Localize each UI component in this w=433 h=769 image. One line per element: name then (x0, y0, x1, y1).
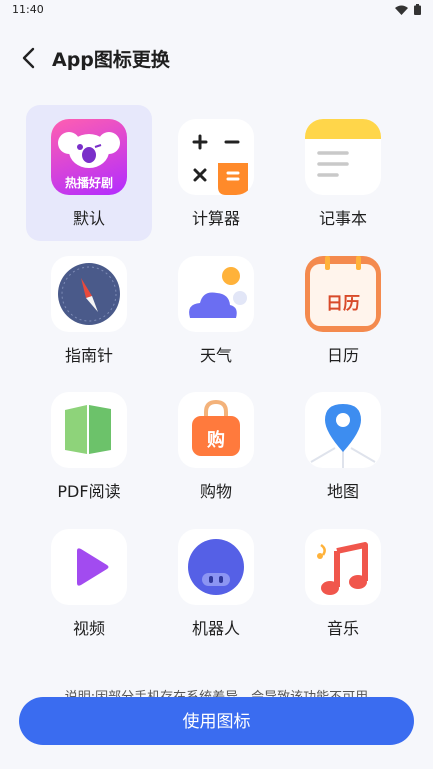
calculator-icon (178, 119, 254, 195)
battery-icon (414, 4, 421, 15)
icon-label: 记事本 (318, 209, 367, 228)
icon-label: 计算器 (191, 209, 240, 228)
header: App图标更换 (0, 40, 433, 76)
icon-option-pdf-reader[interactable]: PDF阅读 (26, 378, 152, 514)
icon-label: 购物 (199, 482, 232, 501)
shopping-bag-icon: 购 (178, 392, 254, 468)
calendar-text: 日历 (326, 294, 360, 314)
icon-option-compass[interactable]: 指南针 (26, 242, 152, 378)
icon-label: 机器人 (191, 619, 240, 638)
notepad-icon (305, 119, 381, 195)
icon-option-calendar[interactable]: 日历 日历 (280, 242, 406, 378)
icon-option-shopping[interactable]: 购 购物 (153, 378, 279, 514)
weather-icon (178, 256, 254, 332)
icon-label: PDF阅读 (57, 482, 121, 501)
icon-label: 音乐 (326, 619, 359, 638)
wifi-icon (395, 5, 408, 15)
bottom-safe-area (0, 750, 433, 769)
shopping-bag-text: 购 (207, 430, 225, 451)
robot-icon (178, 529, 254, 605)
map-pin-icon (305, 392, 381, 468)
compass-icon (51, 256, 127, 332)
icon-option-calculator[interactable]: 计算器 (153, 105, 279, 241)
icon-label: 地图 (326, 482, 359, 501)
icon-option-robot[interactable]: 机器人 (153, 515, 279, 651)
status-time: 11:40 (12, 3, 44, 16)
status-bar: 11:40 (0, 0, 433, 22)
icon-option-video[interactable]: 视频 (26, 515, 152, 651)
koala-icon: 热播好剧 (51, 119, 127, 195)
icon-option-music[interactable]: 音乐 (280, 515, 406, 651)
icon-option-notepad[interactable]: 记事本 (280, 105, 406, 241)
icon-label: 日历 (326, 346, 359, 365)
koala-badge-text: 热播好剧 (64, 176, 113, 190)
icon-label: 视频 (72, 619, 105, 638)
icon-label: 天气 (199, 346, 232, 365)
icon-label: 指南针 (64, 346, 113, 365)
icon-option-default[interactable]: 热播好剧 默认 (26, 105, 152, 241)
icon-label: 默认 (72, 209, 105, 228)
music-note-icon (305, 529, 381, 605)
status-icons (395, 4, 421, 15)
page-title: App图标更换 (52, 49, 170, 71)
calendar-icon: 日历 (305, 256, 381, 332)
use-icon-button[interactable]: 使用图标 (19, 697, 414, 745)
video-play-icon (51, 529, 127, 605)
icon-option-weather[interactable]: 天气 (153, 242, 279, 378)
pdf-reader-icon (51, 392, 127, 468)
icon-option-map[interactable]: 地图 (280, 378, 406, 514)
back-arrow-icon[interactable] (16, 44, 44, 72)
